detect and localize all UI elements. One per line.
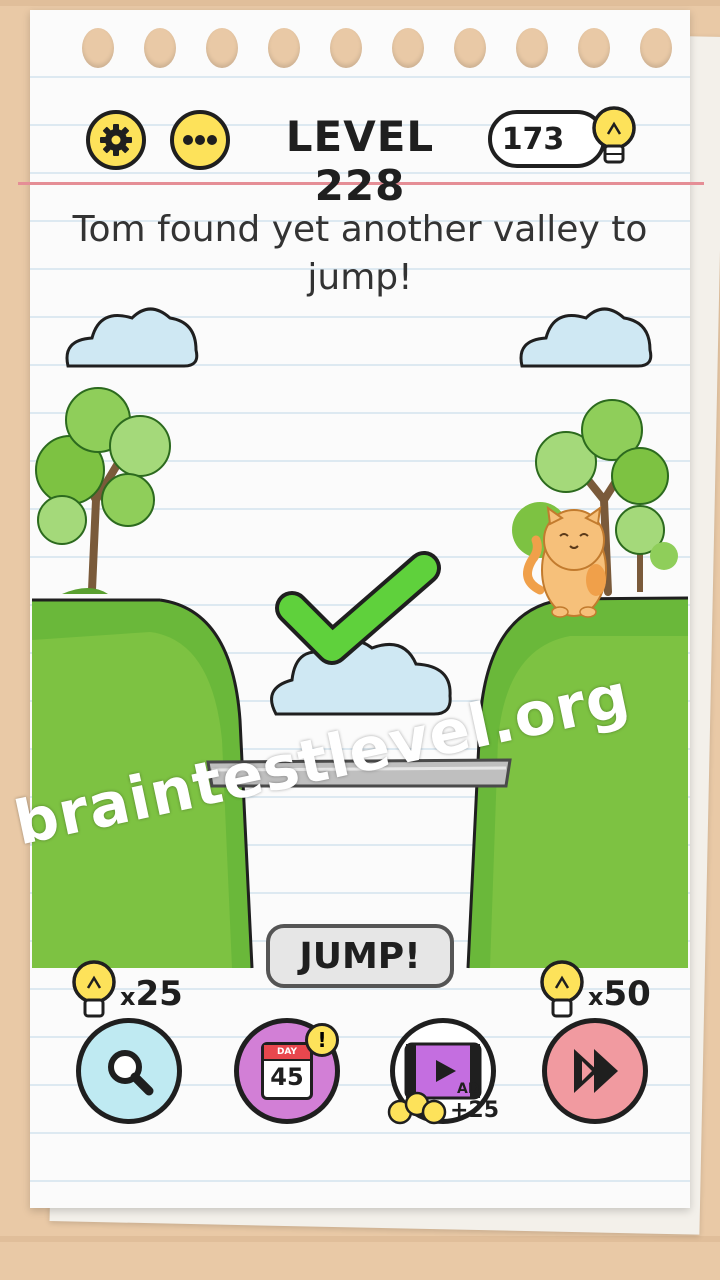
skip-icon (574, 1049, 618, 1093)
ad-label: AD (457, 1081, 480, 1097)
cloud-right (519, 307, 653, 368)
magnifier-icon (108, 1050, 154, 1096)
hint-button[interactable] (76, 1018, 182, 1124)
calendar-day-label: DAY (264, 1045, 310, 1061)
ad-reward: +25 (450, 1098, 500, 1123)
skip-level-button[interactable] (542, 1018, 648, 1124)
cloud-left (65, 307, 199, 368)
lightbulb-icon (540, 960, 584, 1018)
checkmark-icon (275, 551, 441, 665)
skip-cost: x50 (588, 974, 651, 1014)
hint-cost: x25 (120, 974, 183, 1014)
calendar-day-number: 45 (270, 1063, 304, 1091)
calendar-icon: DAY 45 (261, 1042, 313, 1100)
lightbulb-icon (387, 1091, 447, 1125)
alert-badge: ! (305, 1023, 339, 1057)
jump-button[interactable]: JUMP! (266, 924, 454, 988)
daily-challenge-button[interactable]: DAY 45 ! (234, 1018, 340, 1124)
lightbulb-icon (72, 960, 116, 1018)
tree-left (35, 387, 171, 594)
